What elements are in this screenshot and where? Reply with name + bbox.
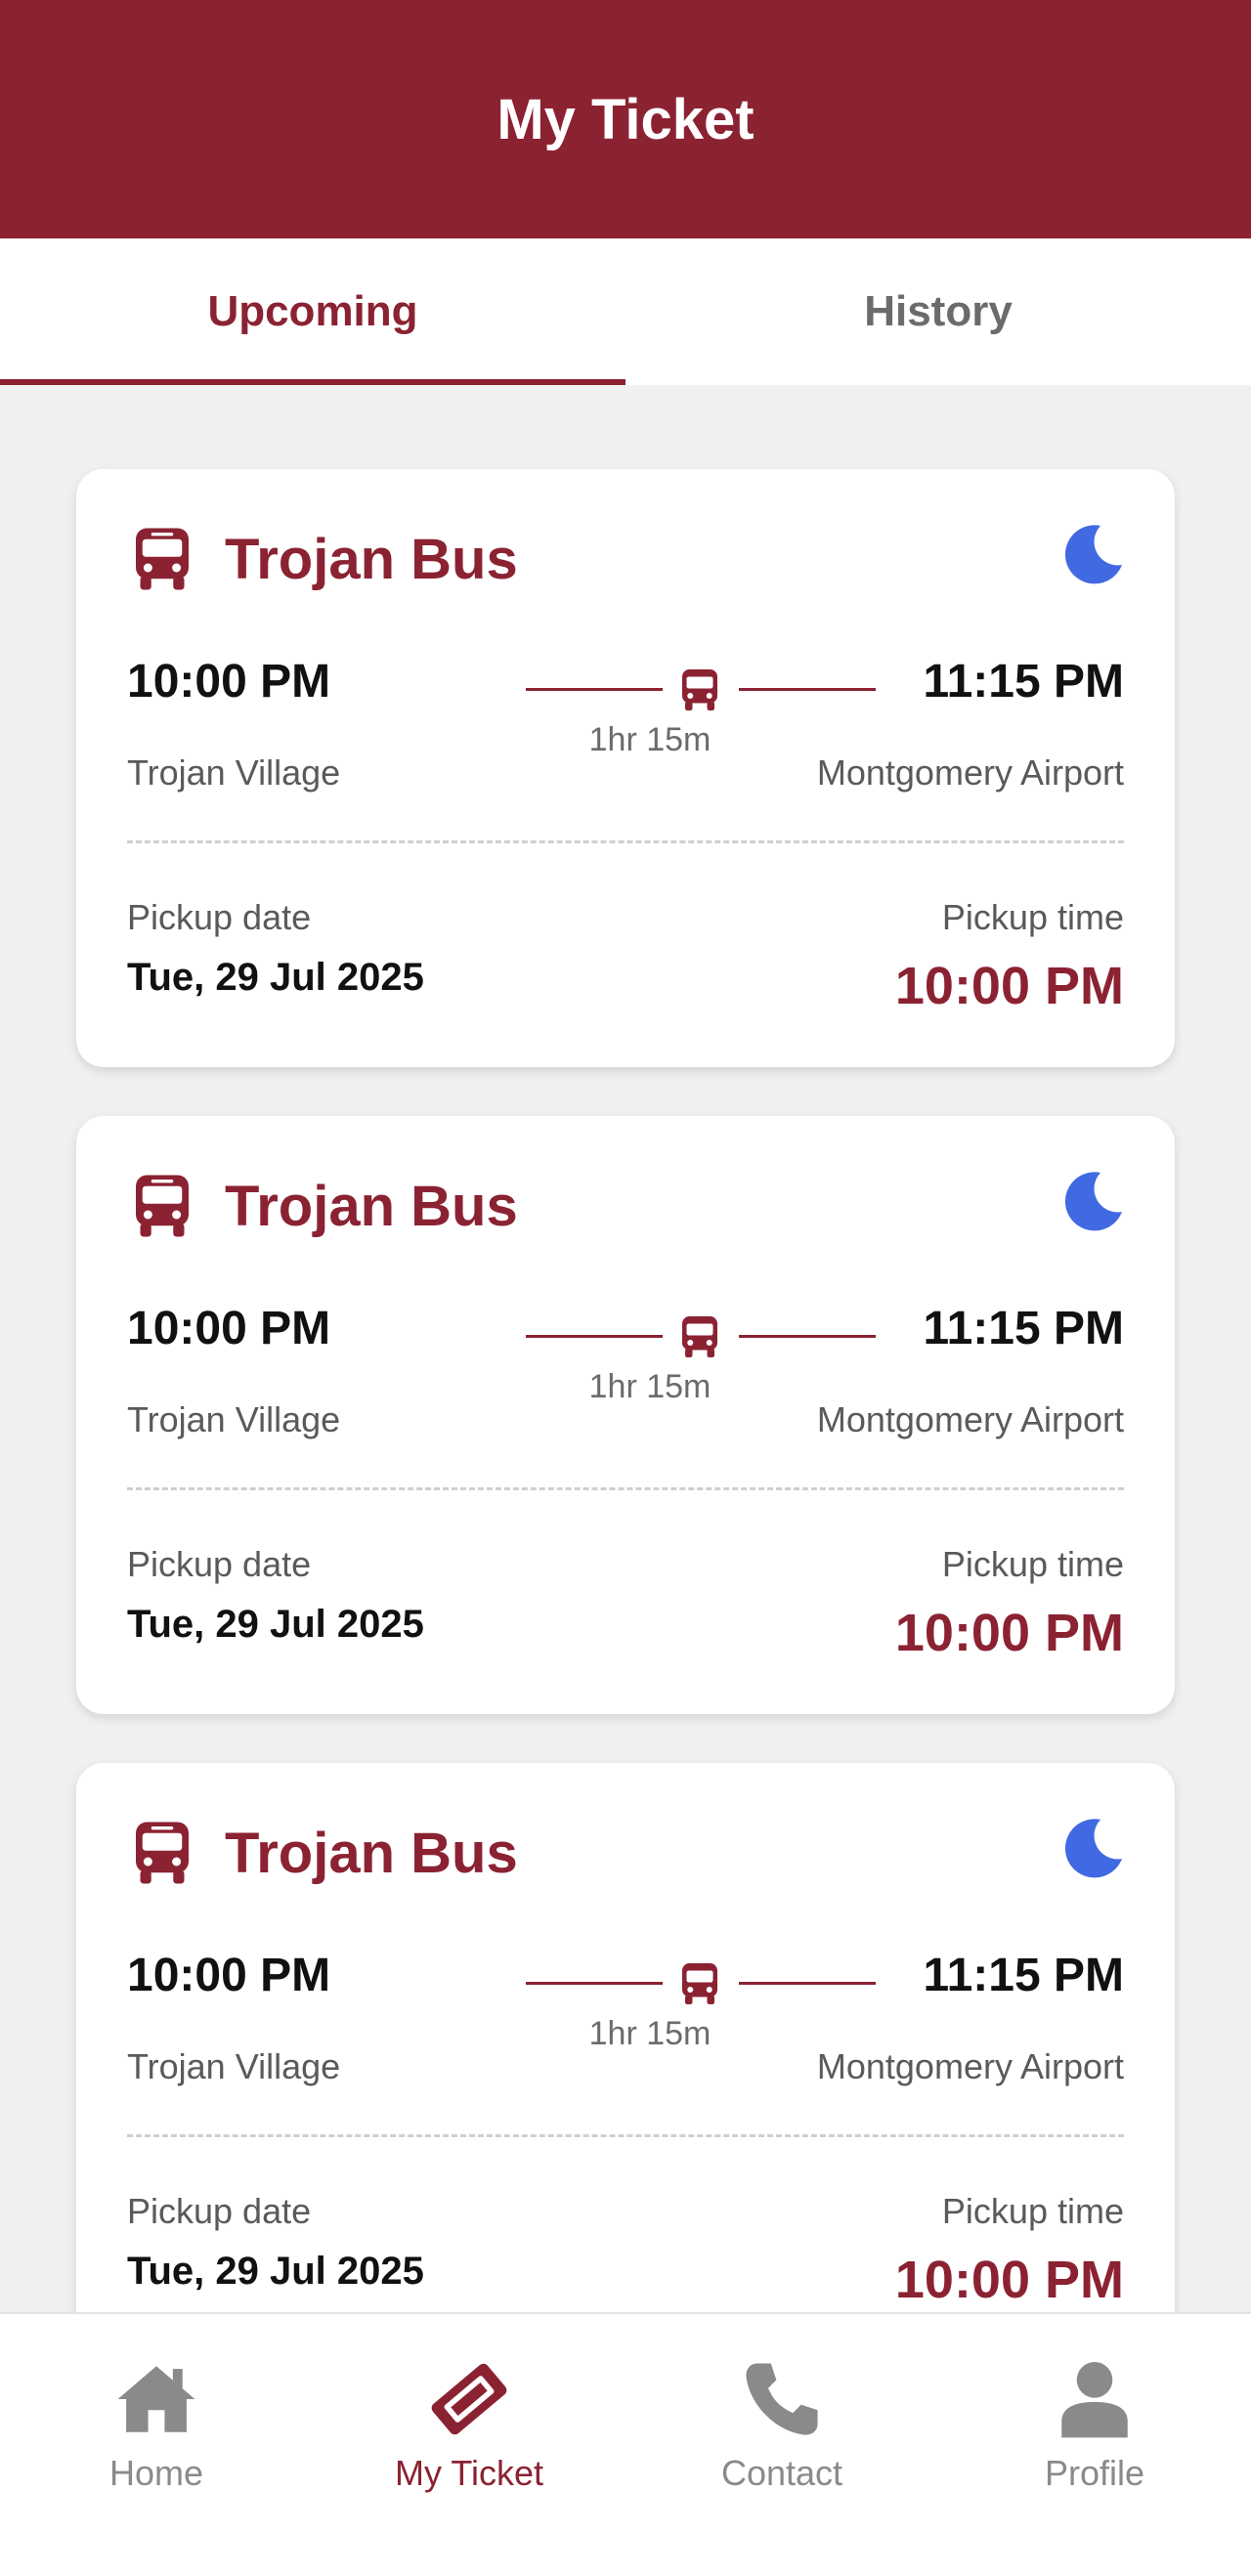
pickup-time-label: Pickup time — [941, 897, 1124, 937]
pickup-time: 10:00 PM — [894, 1604, 1124, 1662]
trip-duration: 1hr 15m — [588, 1368, 712, 1405]
ticket-list[interactable]: Trojan Bus 10:00 PM 11:15 PM 1hr 15m Tro… — [0, 385, 1251, 2312]
pickup-time: 10:00 PM — [894, 2251, 1124, 2309]
pickup-date: Tue, 29 Jul 2025 — [127, 1603, 424, 1646]
nav-label: Home — [108, 2453, 204, 2493]
app-header: My Ticket — [0, 0, 1251, 238]
departure-location: Trojan Village — [127, 752, 341, 793]
pickup-time-label: Pickup time — [941, 1544, 1124, 1584]
bus-icon — [136, 528, 189, 590]
departure-time: 10:00 PM — [127, 1303, 331, 1354]
page-title: My Ticket — [496, 87, 755, 151]
moon-icon — [1064, 1819, 1122, 1878]
home-icon — [117, 2366, 195, 2432]
arrival-location: Montgomery Airport — [816, 2046, 1124, 2086]
bus-icon — [136, 1175, 189, 1237]
bus-icon — [682, 1316, 717, 1357]
departure-time: 10:00 PM — [127, 1950, 331, 2001]
ticket-icon — [431, 2363, 507, 2435]
trip-duration: 1hr 15m — [588, 2015, 712, 2052]
route-line — [526, 666, 876, 715]
ticket-card-header: Trojan Bus — [127, 1814, 1124, 1892]
pickup-date-label: Pickup date — [127, 1544, 312, 1584]
arrival-location: Montgomery Airport — [816, 1399, 1124, 1439]
tab-history[interactable]: History — [626, 238, 1251, 385]
arrival-time: 11:15 PM — [923, 1303, 1124, 1354]
ticket-card-header: Trojan Bus — [127, 520, 1124, 598]
nav-contact[interactable]: Contact — [626, 2314, 938, 2576]
time-row: 10:00 PM 11:15 PM — [127, 1949, 1124, 2007]
ticket-card[interactable]: Trojan Bus 10:00 PM 11:15 PM 1hr 15m Tro… — [76, 1116, 1175, 1714]
moon-icon — [1064, 1172, 1122, 1231]
nav-label: My Ticket — [394, 2453, 543, 2493]
bus-icon — [682, 669, 717, 710]
pickup-date-label: Pickup date — [127, 2191, 312, 2231]
pickup-time: 10:00 PM — [894, 957, 1124, 1015]
ticket-card[interactable]: Trojan Bus 10:00 PM 11:15 PM 1hr 15m Tro… — [76, 469, 1175, 1067]
pickup-date: Tue, 29 Jul 2025 — [127, 956, 424, 999]
bus-icon — [682, 1963, 717, 2004]
pickup-date: Tue, 29 Jul 2025 — [127, 2250, 424, 2293]
departure-location: Trojan Village — [127, 1399, 341, 1439]
route-line — [526, 1313, 876, 1362]
nav-label: Contact — [720, 2453, 843, 2493]
arrival-time: 11:15 PM — [923, 656, 1124, 708]
operator-name: Trojan Bus — [225, 1174, 518, 1238]
pickup-date-label: Pickup date — [127, 897, 312, 937]
ticket-tabs: Upcoming History — [0, 238, 1251, 385]
ticket-card-header: Trojan Bus — [127, 1167, 1124, 1245]
pickup-time-label: Pickup time — [941, 2191, 1124, 2231]
arrival-location: Montgomery Airport — [816, 752, 1124, 793]
dashed-divider — [127, 840, 1124, 843]
nav-label: Profile — [1044, 2453, 1145, 2493]
departure-location: Trojan Village — [127, 2046, 341, 2086]
nav-home[interactable]: Home — [0, 2314, 313, 2576]
user-icon — [1061, 2362, 1128, 2438]
departure-time: 10:00 PM — [127, 656, 331, 708]
operator-name: Trojan Bus — [225, 527, 518, 591]
arrival-time: 11:15 PM — [923, 1950, 1124, 2001]
time-row: 10:00 PM 11:15 PM — [127, 655, 1124, 713]
bus-icon — [136, 1822, 189, 1884]
route-line — [526, 1960, 876, 2009]
phone-icon — [746, 2363, 818, 2435]
bottom-nav: Home My Ticket Contact Profile — [0, 2312, 1251, 2576]
operator-name: Trojan Bus — [225, 1821, 518, 1885]
nav-profile[interactable]: Profile — [938, 2314, 1251, 2576]
time-row: 10:00 PM 11:15 PM — [127, 1302, 1124, 1360]
dashed-divider — [127, 1487, 1124, 1490]
dashed-divider — [127, 2134, 1124, 2137]
ticket-card[interactable]: Trojan Bus 10:00 PM 11:15 PM 1hr 15m Tro… — [76, 1763, 1175, 2312]
nav-my-ticket[interactable]: My Ticket — [313, 2314, 626, 2576]
tab-upcoming[interactable]: Upcoming — [0, 238, 626, 385]
trip-duration: 1hr 15m — [588, 721, 712, 758]
moon-icon — [1064, 525, 1122, 584]
